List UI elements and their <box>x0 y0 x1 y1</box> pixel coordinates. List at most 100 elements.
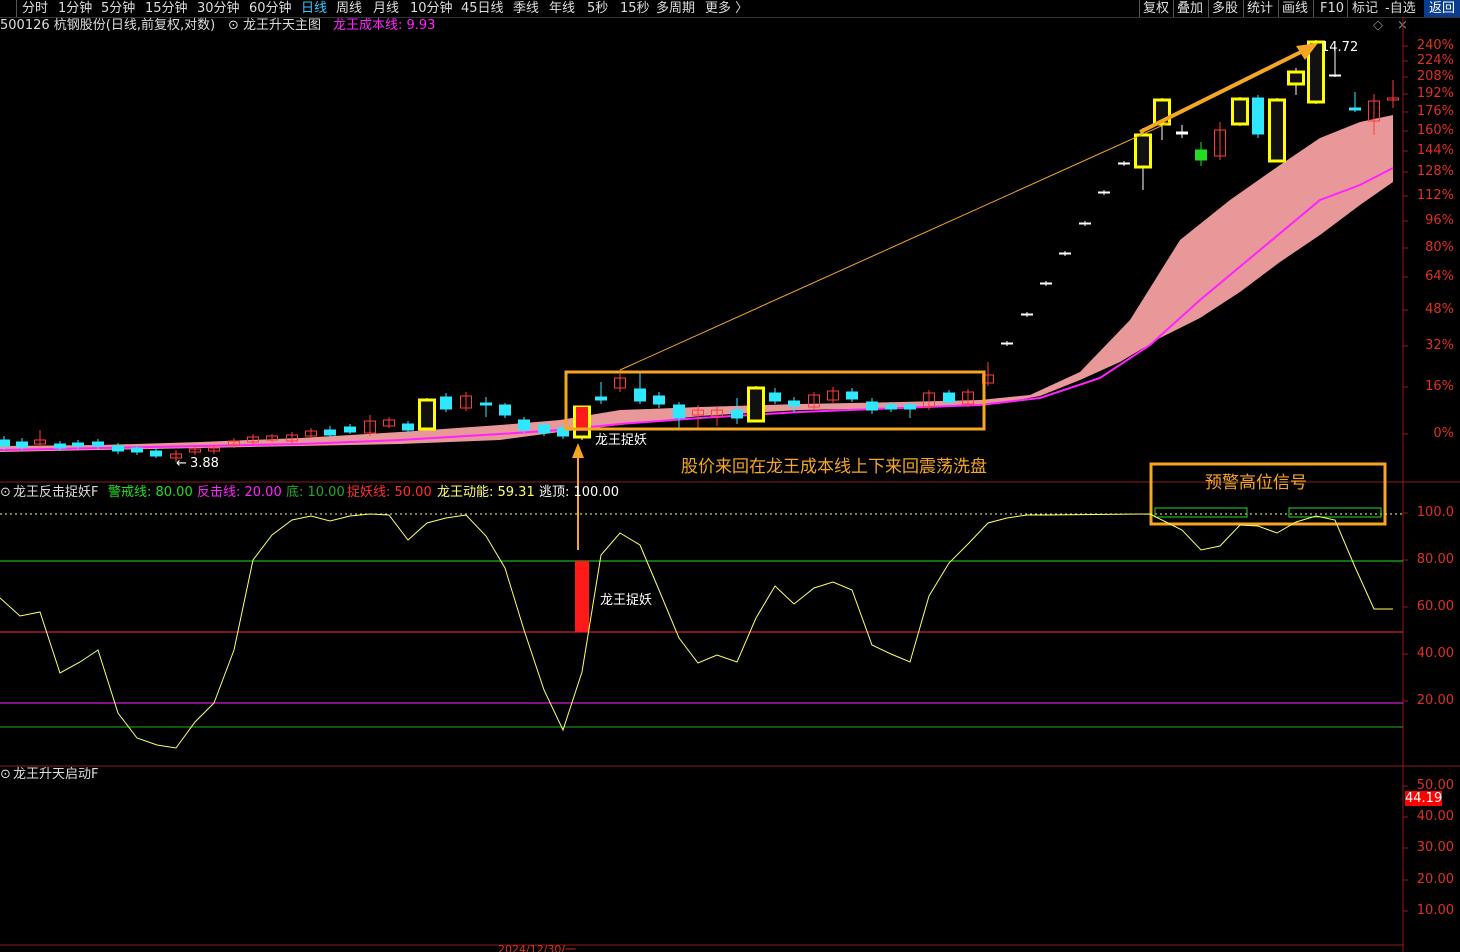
signal-candle <box>1134 133 1152 169</box>
candle-body <box>112 445 124 452</box>
bottom-tick-label: 10.00 <box>1416 903 1454 918</box>
candle-body <box>885 404 897 410</box>
oscillator-chart <box>0 507 1403 749</box>
signal-candle <box>1231 97 1249 126</box>
warning-text: 预警高位信号 <box>1205 473 1307 493</box>
trend-thin-line <box>619 121 1171 371</box>
candle-body <box>344 426 356 433</box>
price-tick-label: 240% <box>1416 38 1454 53</box>
candle-body <box>904 404 916 410</box>
candle-body <box>480 402 492 406</box>
candle-body <box>518 419 530 431</box>
up-arrow-head <box>572 443 584 458</box>
price-tick-label: 96% <box>1425 213 1454 228</box>
candle-body <box>943 392 955 403</box>
counterattack-line-param: 反击线: 20.00 <box>197 485 282 500</box>
candle-body <box>673 404 685 419</box>
candle-body <box>1079 222 1091 225</box>
price-tick-label: 80% <box>1425 240 1454 255</box>
candle-body <box>1040 282 1052 285</box>
candle-body <box>1059 252 1071 255</box>
bottom-tick-label: 20.00 <box>1416 872 1454 887</box>
catch-signal-bar <box>576 407 588 431</box>
low-price-arrow: ← <box>176 456 187 471</box>
candle-body <box>54 443 66 449</box>
candle-body <box>0 439 10 447</box>
bottom-indicator-name[interactable]: 龙王升天启动F <box>13 766 98 783</box>
price-tick-label: 160% <box>1416 123 1454 138</box>
candle-body <box>788 400 800 407</box>
cost-cloud <box>0 115 1394 452</box>
candle-body <box>150 450 162 457</box>
candle-body <box>595 396 607 401</box>
current-value-badge: 44.19 <box>1405 791 1443 806</box>
price-tick-label: 0% <box>1433 426 1454 441</box>
price-tick-label: 176% <box>1416 104 1454 119</box>
candle-body <box>440 396 452 410</box>
candle-body <box>1176 131 1188 135</box>
cost-cloud-band <box>0 115 1393 452</box>
candle-body <box>538 424 550 434</box>
date-cursor-label: 2024/12/30/一 <box>498 945 577 952</box>
candle-body <box>16 441 28 448</box>
signal-candle <box>1287 70 1305 86</box>
candle-body <box>866 401 878 411</box>
price-tick-label: 224% <box>1416 53 1454 68</box>
candle-body <box>72 442 84 447</box>
candle-body <box>731 409 743 419</box>
price-tick-label: 32% <box>1425 338 1454 353</box>
mid-settings-icon[interactable]: ⊙ <box>0 484 11 501</box>
signal-candle <box>418 398 436 431</box>
candle-body <box>1118 162 1130 165</box>
annotation-text: 股价来回在龙王成本线上下来回震荡洗盘 <box>681 457 987 477</box>
mid-indicator-name[interactable]: 龙王反击捉妖F <box>13 484 98 501</box>
candle-body <box>634 388 646 402</box>
candle-body <box>1349 107 1361 111</box>
osc-tick-label: 40.00 <box>1416 646 1454 661</box>
mid-signal-label: 龙王捉妖 <box>600 593 653 608</box>
catch-signal-column <box>575 561 589 632</box>
alert-line-param: 警戒线: 80.00 <box>108 485 193 500</box>
candle-body <box>499 404 511 416</box>
price-tick-label: 16% <box>1425 379 1454 394</box>
osc-tick-label: 100.0 <box>1416 505 1454 520</box>
candle-body <box>769 392 781 402</box>
momentum-param: 龙王动能: 59.31 <box>437 485 535 500</box>
candle-body <box>1098 191 1110 194</box>
osc-tick-label: 80.00 <box>1416 552 1454 567</box>
escape-top-param: 逃顶: 100.00 <box>539 485 619 500</box>
bottom-param: 底: 10.00 <box>286 485 345 500</box>
price-tick-label: 48% <box>1425 302 1454 317</box>
momentum-line <box>0 513 1393 749</box>
candle-body <box>846 391 858 400</box>
osc-tick-label: 20.00 <box>1416 693 1454 708</box>
bottom-tick-label: 40.00 <box>1416 809 1454 824</box>
price-tick-label: 144% <box>1416 143 1454 158</box>
candle-body <box>1195 149 1207 161</box>
candle-body <box>324 429 336 436</box>
bottom-settings-icon[interactable]: ⊙ <box>0 766 11 783</box>
signal-candle <box>1268 98 1286 163</box>
bottom-tick-label: 30.00 <box>1416 840 1454 855</box>
low-price-label: 3.88 <box>190 456 219 471</box>
signal-label: 龙王捉妖 <box>595 433 648 448</box>
candle-body <box>402 423 414 431</box>
candle-body <box>1252 97 1264 135</box>
price-tick-label: 208% <box>1416 69 1454 84</box>
warning-marker <box>1154 507 1248 518</box>
signal-candle <box>747 386 765 423</box>
price-tick-label: 112% <box>1416 188 1454 203</box>
candle-body <box>1329 74 1341 77</box>
candle-body <box>131 447 143 453</box>
candle-body <box>92 441 104 447</box>
catch-line-param: 捉妖线: 50.00 <box>347 485 432 500</box>
price-tick-label: 128% <box>1416 164 1454 179</box>
high-price-label: 14.72 <box>1321 40 1359 55</box>
candle-body <box>1021 313 1033 316</box>
candle-body <box>653 395 665 405</box>
warning-marker <box>1288 507 1382 518</box>
candle-body <box>1001 342 1013 345</box>
price-tick-label: 64% <box>1425 269 1454 284</box>
osc-tick-label: 60.00 <box>1416 599 1454 614</box>
price-tick-label: 192% <box>1416 86 1454 101</box>
